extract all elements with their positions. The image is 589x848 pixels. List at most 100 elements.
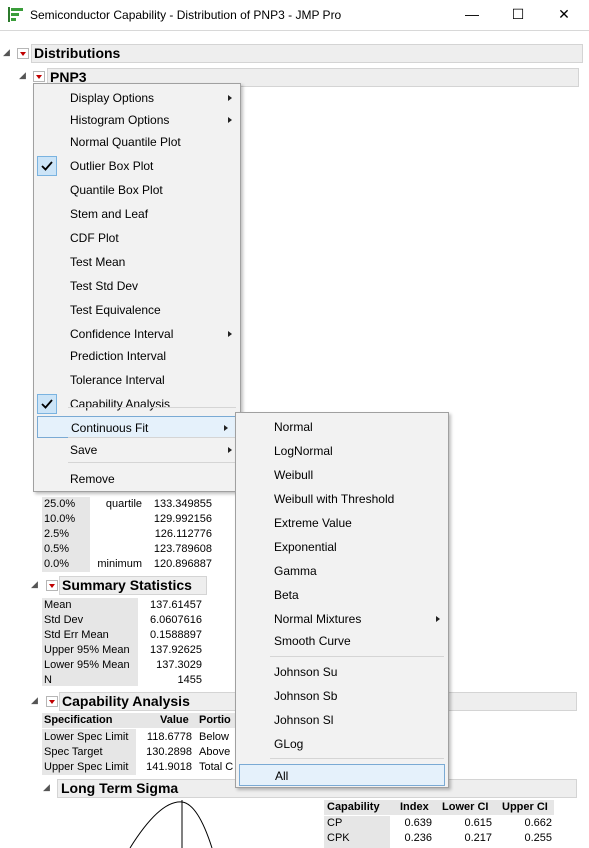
distribution-context-menu: Display Options Histogram Options Normal Q…: [33, 83, 241, 492]
submenu-item-weibull-with-threshold[interactable]: Weibull with Threshold: [236, 488, 448, 510]
minimize-button[interactable]: —: [449, 0, 495, 30]
submenu-arrow-icon: [436, 616, 440, 622]
menu-item-stem-and-leaf[interactable]: Stem and Leaf: [34, 203, 240, 225]
menu-item-normal-quantile-plot[interactable]: Normal Quantile Plot: [34, 131, 240, 153]
disclosure-icon[interactable]: ◢: [31, 579, 38, 590]
disclosure-icon[interactable]: ◢: [31, 695, 38, 706]
submenu-item-glog[interactable]: GLog: [236, 733, 448, 755]
cap-name: CP: [327, 817, 343, 829]
submenu-item-lognormal[interactable]: LogNormal: [236, 440, 448, 462]
submenu-arrow-icon: [224, 425, 228, 431]
red-triangle-menu-icon[interactable]: [33, 71, 45, 82]
menu-item-save[interactable]: Save: [34, 439, 240, 461]
menu-item-capability-analysis[interactable]: Capability Analysis: [34, 393, 240, 415]
menu-item-continuous-fit[interactable]: Continuous Fit: [37, 416, 237, 438]
menu-item-test-equivalence[interactable]: Test Equivalence: [34, 299, 240, 321]
menu-item-histogram-options[interactable]: Histogram Options: [34, 109, 240, 131]
checkmark-icon: [37, 156, 57, 176]
close-button[interactable]: ✕: [541, 0, 587, 30]
submenu-item-johnson-su[interactable]: Johnson Su: [236, 661, 448, 683]
submenu-item-gamma[interactable]: Gamma: [236, 560, 448, 582]
menu-item-label: Normal Mixtures: [274, 612, 362, 626]
summary-label: Lower 95% Mean: [44, 659, 130, 671]
window-title: Semiconductor Capability - Distribution …: [30, 8, 342, 22]
disclosure-icon[interactable]: ◢: [43, 782, 50, 793]
submenu-item-weibull[interactable]: Weibull: [236, 464, 448, 486]
menu-item-label: Confidence Interval: [70, 327, 174, 341]
quantile-value: 123.789608: [153, 543, 212, 555]
cap-lower-ci: 0.217: [464, 832, 492, 844]
menu-item-remove[interactable]: Remove: [34, 468, 240, 490]
menu-item-label: Continuous Fit: [71, 421, 149, 435]
jmp-app-icon: [8, 7, 23, 22]
menu-separator: [68, 462, 236, 463]
submenu-item-all[interactable]: All: [239, 764, 445, 786]
red-triangle-menu-icon[interactable]: [46, 580, 58, 591]
distributions-title[interactable]: Distributions: [34, 45, 120, 61]
menu-item-label: Prediction Interval: [70, 349, 167, 363]
submenu-arrow-icon: [228, 117, 232, 123]
menu-item-label: Johnson Sl: [274, 713, 334, 727]
menu-item-test-mean[interactable]: Test Mean: [34, 251, 240, 273]
menu-item-label: Histogram Options: [70, 113, 170, 127]
submenu-item-normal[interactable]: Normal: [236, 416, 448, 438]
menu-item-label: Johnson Su: [274, 665, 338, 679]
menu-item-label: Weibull: [274, 468, 314, 482]
quantile-value: 126.112776: [154, 528, 212, 540]
checkmark-icon: [37, 394, 57, 414]
submenu-item-normal-mixtures[interactable]: Normal Mixtures: [236, 608, 448, 630]
menu-item-outlier-box-plot[interactable]: Outlier Box Plot: [34, 155, 240, 177]
menu-item-label: Capability Analysis: [70, 397, 171, 411]
menu-item-label: Normal: [274, 420, 313, 434]
menu-item-label: Weibull with Threshold: [274, 492, 395, 506]
menu-separator: [270, 758, 444, 759]
menu-item-tolerance-interval[interactable]: Tolerance Interval: [34, 369, 240, 391]
submenu-item-exponential[interactable]: Exponential: [236, 536, 448, 558]
menu-separator: [68, 407, 236, 408]
summary-label-column: [42, 598, 138, 686]
submenu-item-beta[interactable]: Beta: [236, 584, 448, 606]
title-bar: Semiconductor Capability - Distribution …: [0, 0, 589, 31]
menu-item-test-std-dev[interactable]: Test Std Dev: [34, 275, 240, 297]
maximize-button[interactable]: ☐: [495, 0, 541, 30]
menu-item-label: Extreme Value: [274, 516, 352, 530]
menu-item-quantile-box-plot[interactable]: Quantile Box Plot: [34, 179, 240, 201]
red-triangle-menu-icon[interactable]: [17, 48, 29, 59]
submenu-item-smooth-curve[interactable]: Smooth Curve: [236, 630, 448, 652]
spec-label: Lower Spec Limit: [44, 731, 129, 743]
menu-item-label: All: [275, 769, 289, 783]
disclosure-icon[interactable]: ◢: [3, 47, 10, 58]
menu-separator: [68, 437, 236, 438]
submenu-item-johnson-sb[interactable]: Johnson Sb: [236, 685, 448, 707]
spec-header-value: Value: [160, 714, 189, 726]
cap-index: 0.639: [404, 817, 432, 829]
disclosure-icon[interactable]: ◢: [19, 70, 26, 81]
quantile-label: quartile: [105, 498, 142, 510]
cap-header-upper-ci: Upper CI: [502, 801, 548, 813]
menu-item-label: Normal Quantile Plot: [70, 135, 181, 149]
cap-upper-ci: 0.662: [524, 817, 552, 829]
summary-value: 137.3029: [156, 659, 202, 671]
red-triangle-menu-icon[interactable]: [46, 696, 58, 707]
menu-item-cdf-plot[interactable]: CDF Plot: [34, 227, 240, 249]
menu-item-label: Test Mean: [70, 255, 126, 269]
spec-label: Upper Spec Limit: [44, 761, 129, 773]
summary-label: Upper 95% Mean: [44, 644, 130, 656]
capability-analysis-title[interactable]: Capability Analysis: [62, 693, 190, 709]
cap-header-capability: Capability: [327, 801, 380, 813]
menu-item-confidence-interval[interactable]: Confidence Interval: [34, 323, 240, 345]
submenu-item-johnson-sl[interactable]: Johnson Sl: [236, 709, 448, 731]
summary-label: Std Dev: [44, 614, 84, 626]
normal-curve-plot: [129, 800, 213, 848]
quantile-label: minimum: [97, 558, 142, 570]
menu-item-label: Exponential: [274, 540, 337, 554]
submenu-item-extreme-value[interactable]: Extreme Value: [236, 512, 448, 534]
continuous-fit-submenu: Normal LogNormal Weibull Weibull with Thres…: [235, 412, 449, 788]
menu-item-display-options[interactable]: Display Options: [34, 87, 240, 109]
spec-portion: Below: [199, 731, 229, 743]
summary-statistics-title[interactable]: Summary Statistics: [62, 577, 192, 593]
long-term-sigma-title[interactable]: Long Term Sigma: [61, 780, 178, 796]
menu-item-prediction-interval[interactable]: Prediction Interval: [34, 345, 240, 367]
spec-value: 130.2898: [146, 746, 192, 758]
menu-item-label: Tolerance Interval: [70, 373, 165, 387]
